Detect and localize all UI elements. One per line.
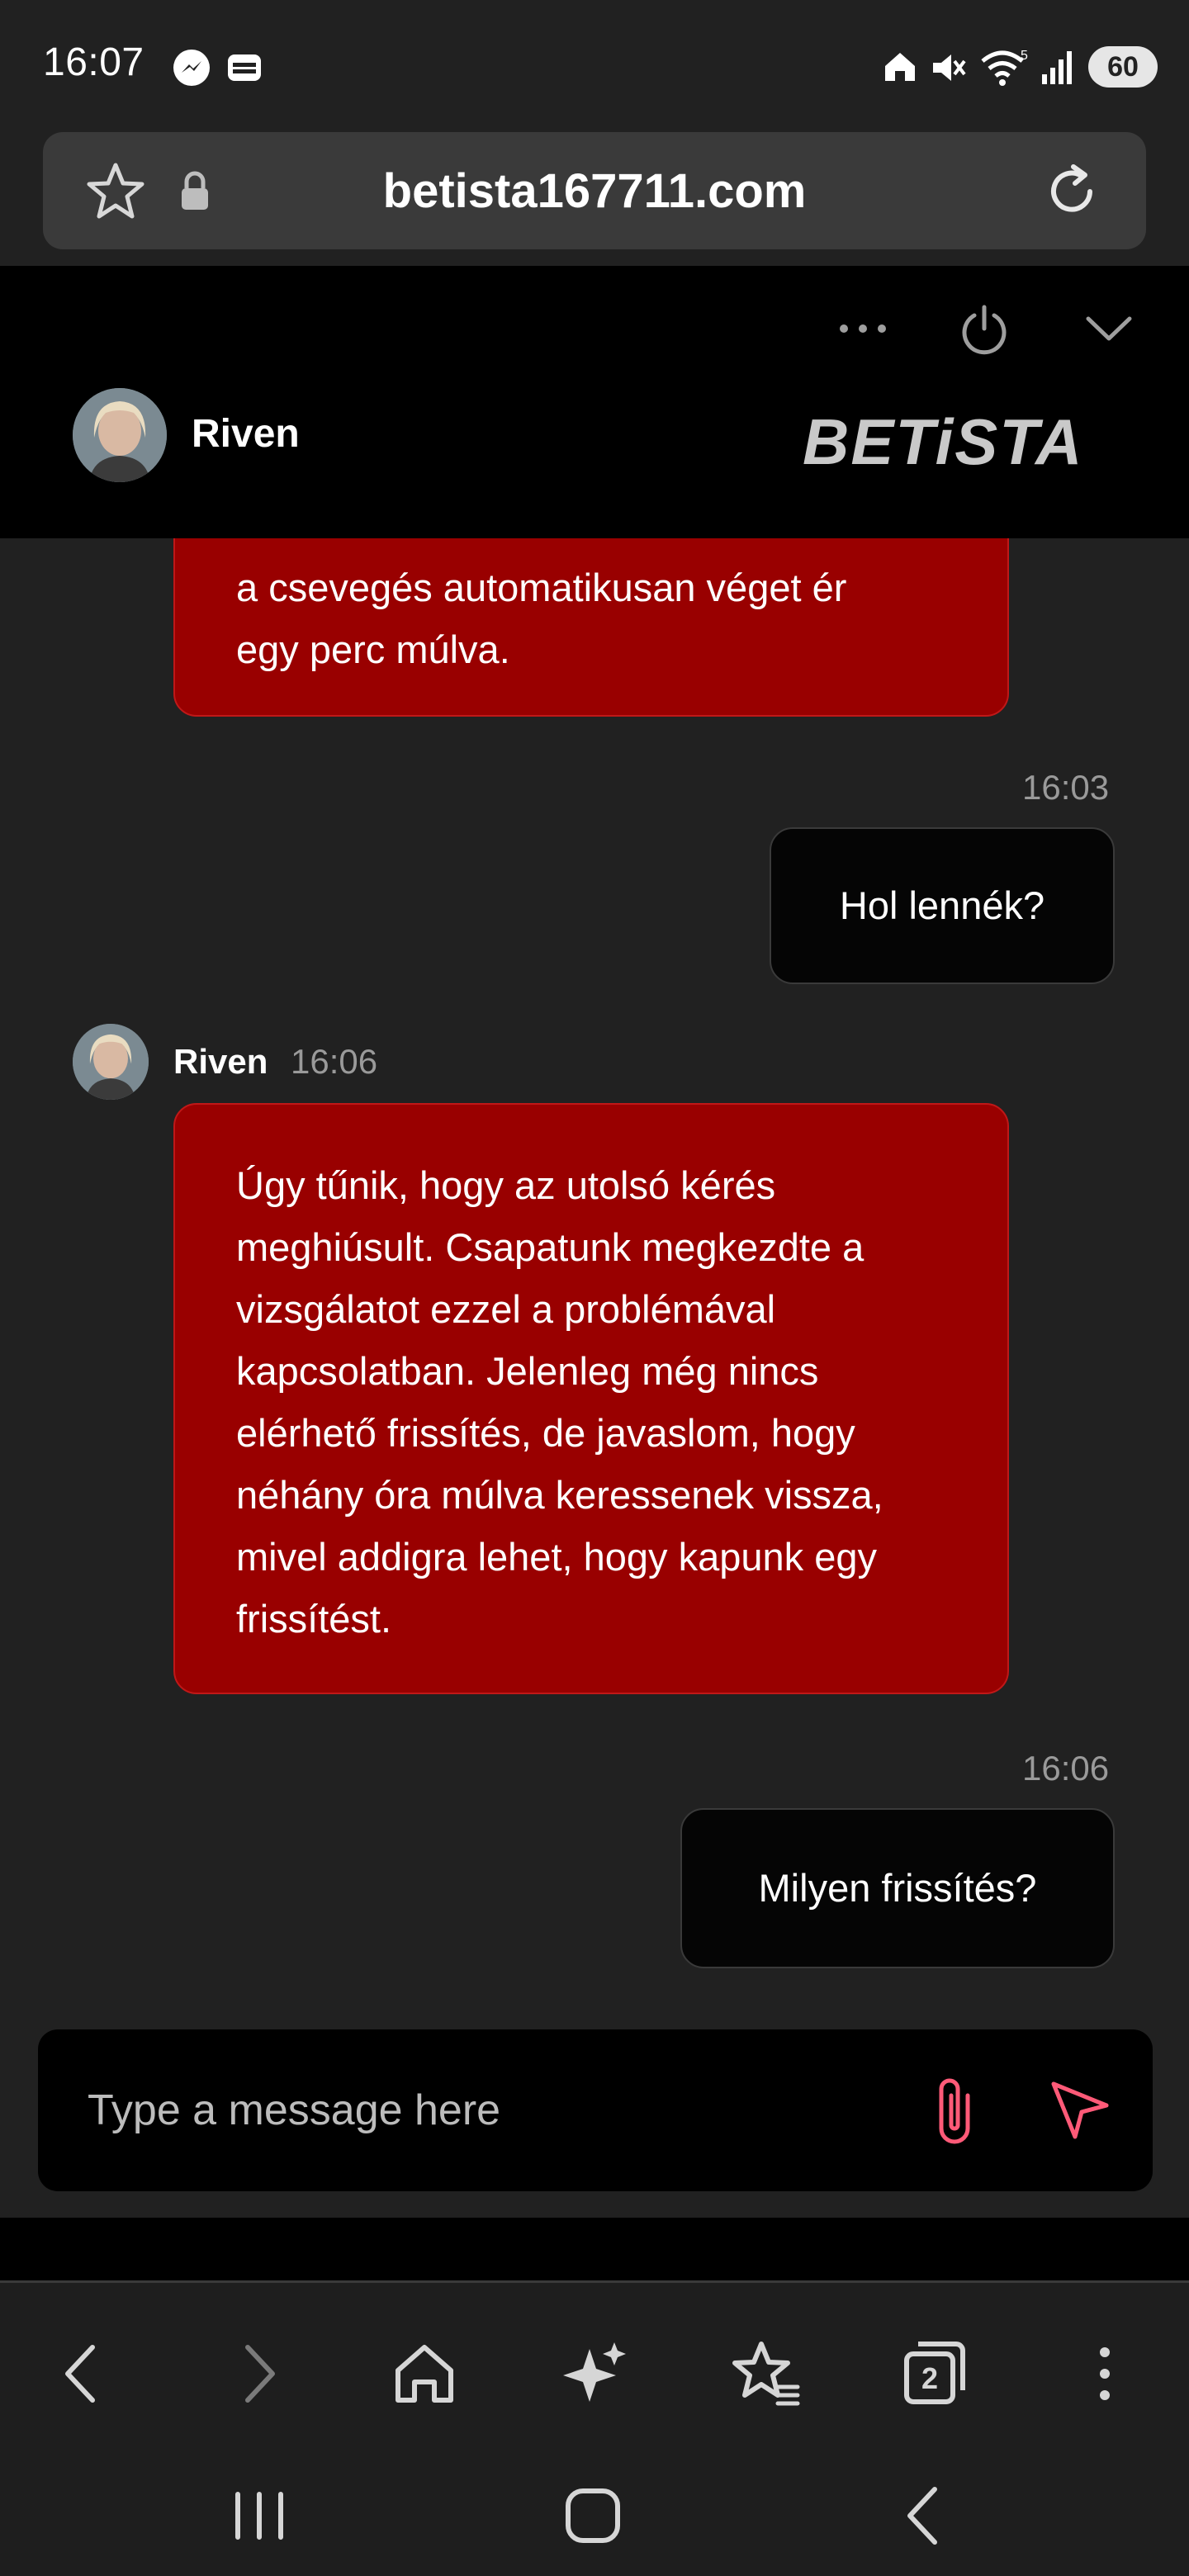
message-line: vizsgálatot ezzel a problémával (236, 1287, 776, 1331)
message-input[interactable] (88, 2076, 897, 2145)
message-line: elérhető frissítés, de javaslom, hogy (236, 1411, 855, 1455)
url-text[interactable]: betista167711.com (43, 163, 1146, 219)
recent-apps-icon[interactable] (218, 2474, 301, 2557)
send-icon[interactable] (1045, 2076, 1115, 2145)
power-icon[interactable] (955, 301, 1014, 360)
home-icon[interactable] (383, 2332, 466, 2415)
message-line: kapcsolatban. Jelenleg még nincs (236, 1349, 819, 1393)
wallet-icon (228, 54, 261, 81)
more-icon[interactable] (834, 312, 892, 345)
home-button-icon[interactable] (552, 2474, 634, 2557)
address-bar[interactable]: betista167711.com (43, 132, 1146, 249)
menu-icon[interactable] (1063, 2332, 1146, 2415)
tabs-count: 2 (921, 2361, 938, 2395)
tabs-icon[interactable]: 2 (893, 2332, 976, 2415)
bookmarks-icon[interactable] (723, 2332, 806, 2415)
messenger-icon (173, 50, 210, 86)
message-bubble-bot: a csevegés automatikusan véget ér egy pe… (173, 538, 1009, 717)
message-bubble-user: Milyen frissítés? (680, 1808, 1115, 1968)
attachment-icon[interactable] (923, 2071, 989, 2150)
browser-bottom-nav: 2 (0, 2280, 1189, 2576)
agent-name: Riven (192, 412, 300, 456)
back-icon[interactable] (43, 2332, 126, 2415)
reload-icon[interactable] (1039, 159, 1105, 225)
system-back-icon[interactable] (883, 2474, 966, 2557)
message-line: mivel addigra lehet, hogy kapunk egy (236, 1535, 877, 1579)
battery-indicator: 60 (1088, 46, 1158, 88)
message-time: 16:06 (1022, 1749, 1110, 1788)
message-bubble-user: Hol lennék? (770, 827, 1115, 984)
status-time: 16:07 (43, 40, 144, 84)
message-line: néhány óra múlva keressenek vissza, (236, 1473, 883, 1517)
message-sender: Riven (173, 1042, 268, 1081)
chat-header: Riven BETiSTA (0, 266, 1189, 538)
avatar (73, 388, 167, 482)
message-text: Milyen frissítés? (758, 1866, 1037, 1910)
message-line: Úgy tűnik, hogy az utolsó kérés (236, 1163, 776, 1207)
wifi-icon: 5 (981, 49, 1028, 86)
chevron-down-icon[interactable] (1082, 307, 1136, 350)
forward-icon[interactable] (215, 2332, 297, 2415)
svg-text:5: 5 (1021, 49, 1028, 63)
home-status-icon (885, 53, 915, 81)
message-line: egy perc múlva. (236, 627, 510, 671)
message-line: meghiúsult. Csapatunk megkezdte a (236, 1225, 865, 1269)
message-composer (38, 2029, 1153, 2191)
message-time: 16:03 (1022, 768, 1110, 807)
message-bubble-bot: Úgy tűnik, hogy az utolsó kérés meghiúsu… (173, 1103, 1009, 1694)
message-line: frissítést. (236, 1597, 392, 1641)
message-list[interactable]: a csevegés automatikusan véget ér egy pe… (0, 538, 1189, 2029)
message-line: a csevegés automatikusan véget ér (236, 566, 847, 609)
avatar (73, 1024, 149, 1100)
signal-icon (1042, 51, 1072, 84)
message-time: 16:06 (291, 1042, 378, 1081)
message-text: Hol lennék? (839, 883, 1045, 927)
chat-footer-strip (0, 2218, 1189, 2280)
brand-logo: BETiSTA (803, 405, 1084, 478)
mute-icon (933, 54, 966, 81)
ai-sparkle-icon[interactable] (553, 2332, 636, 2415)
status-bar: 16:07 5 60 (0, 0, 1189, 132)
